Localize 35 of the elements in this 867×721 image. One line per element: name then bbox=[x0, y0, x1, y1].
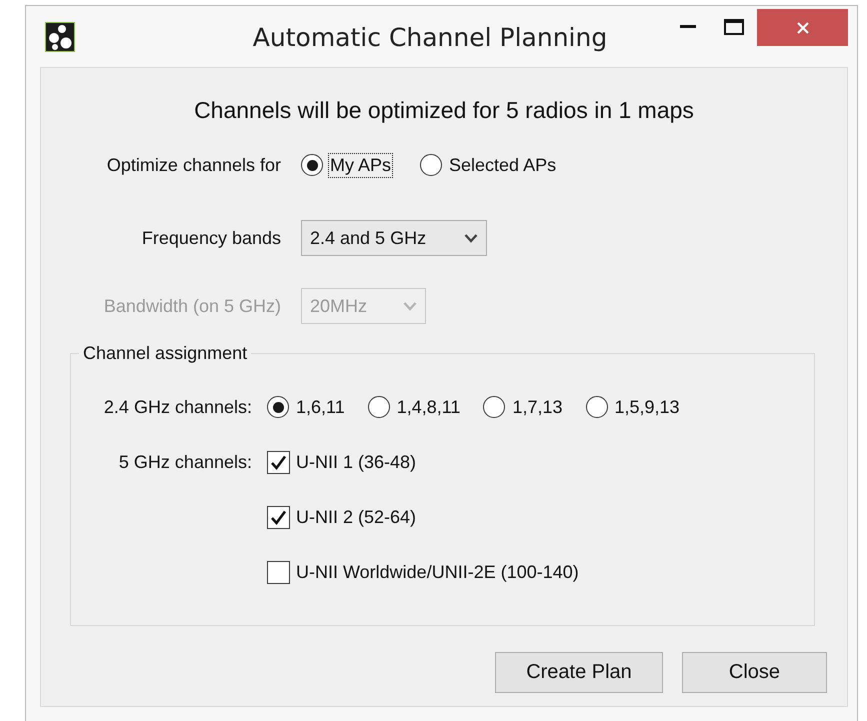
minimize-icon bbox=[680, 25, 696, 29]
app-icon bbox=[45, 22, 75, 52]
radio-button[interactable] bbox=[267, 396, 289, 418]
radio-label: My APs bbox=[329, 154, 392, 176]
radio-button[interactable] bbox=[483, 396, 506, 418]
field-label: Frequency bands bbox=[140, 228, 281, 248]
field-label: 2.4 GHz channels: bbox=[102, 396, 252, 418]
checkbox[interactable] bbox=[267, 560, 290, 584]
radio-button[interactable] bbox=[420, 154, 442, 176]
radio-label: Selected APs bbox=[448, 154, 558, 176]
field-label: Bandwidth (on 5 GHz) bbox=[102, 296, 281, 316]
radio-label: 1,7,13 bbox=[511, 396, 564, 418]
radio-label: 1,5,9,13 bbox=[614, 396, 681, 418]
radio-button[interactable] bbox=[368, 396, 390, 418]
checkbox-label: U-NII 1 (36-48) bbox=[296, 452, 416, 472]
window-title: Automatic Channel Planning bbox=[252, 22, 608, 52]
dropdown[interactable]: 2.4 and 5 GHz bbox=[301, 220, 487, 256]
radio-button[interactable] bbox=[301, 154, 323, 176]
checkbox-label: U-NII Worldwide/UNII-2E (100-140) bbox=[296, 562, 579, 582]
maximize-icon bbox=[724, 19, 744, 35]
group-title: Channel assignment bbox=[82, 342, 248, 365]
radio-button[interactable] bbox=[586, 396, 608, 418]
radio-label: 1,6,11 bbox=[295, 396, 346, 418]
dialog-button[interactable]: Create Plan bbox=[495, 652, 663, 693]
chevron-down-icon bbox=[403, 301, 417, 311]
checkbox[interactable] bbox=[267, 506, 290, 528]
field-label: Optimize channels for bbox=[106, 154, 281, 176]
chevron-down-icon bbox=[464, 233, 478, 243]
close-icon bbox=[794, 20, 810, 36]
checkbox[interactable] bbox=[267, 450, 290, 474]
field-label: 5 GHz channels: bbox=[118, 452, 252, 472]
dialog-heading: Channels will be optimized for 5 radios in 1 maps bbox=[193, 96, 695, 125]
radio-label: 1,4,8,11 bbox=[396, 396, 462, 418]
dialog-button[interactable]: Close bbox=[682, 652, 827, 693]
checkbox-label: U-NII 2 (52-64) bbox=[296, 506, 416, 528]
